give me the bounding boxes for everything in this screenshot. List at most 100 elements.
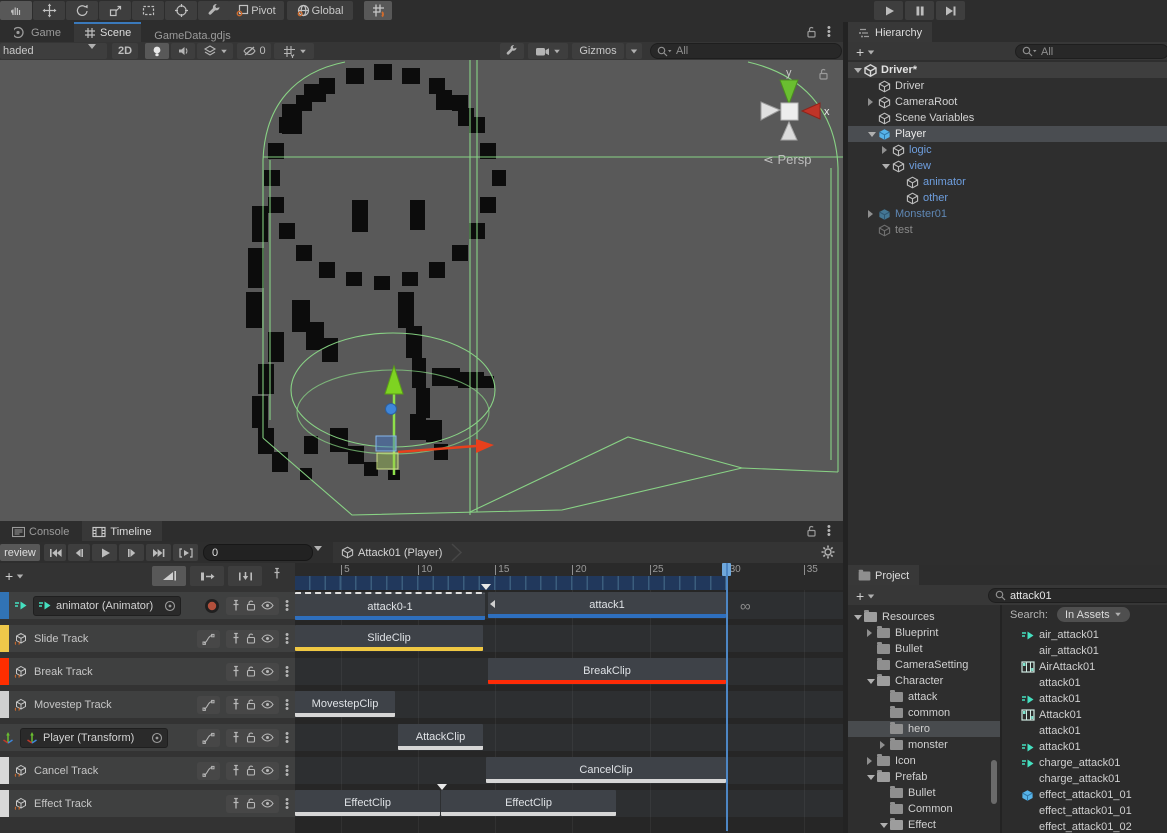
frame-field-caret[interactable] xyxy=(314,551,322,563)
gizmos-caret[interactable] xyxy=(626,43,642,59)
clip-effectclip[interactable]: EffectClip xyxy=(295,790,440,816)
search-result-Attack01[interactable]: Attack01 xyxy=(1002,707,1167,723)
expand-arrow[interactable] xyxy=(882,164,892,169)
curves-toggle[interactable] xyxy=(197,630,220,648)
project-folder-blueprint[interactable]: Blueprint xyxy=(848,625,1000,641)
shading-mode-dropdown[interactable]: haded xyxy=(0,43,107,59)
lighting-toggle[interactable] xyxy=(145,43,169,59)
timeline-clip-area[interactable]: attack0-1 attack1 SlideClip BreakClip Mo… xyxy=(295,590,843,833)
audio-toggle[interactable] xyxy=(171,43,195,59)
track-toggles[interactable] xyxy=(226,696,279,714)
next-frame-button[interactable] xyxy=(119,544,144,561)
mix-mode-button[interactable] xyxy=(152,566,186,586)
track-binding-field[interactable]: animator (Animator) xyxy=(33,596,181,616)
project-folder-resources[interactable]: Resources xyxy=(848,609,1000,625)
object-picker-icon[interactable] xyxy=(151,732,163,744)
hidden-objects-toggle[interactable]: 0 xyxy=(237,43,271,59)
hierarchy-item-scene-variables[interactable]: Scene Variables xyxy=(848,110,1167,126)
add-track-button[interactable]: + xyxy=(5,568,24,584)
tab-project[interactable]: Project xyxy=(848,565,919,585)
project-folder-icon[interactable]: Icon xyxy=(848,753,1000,769)
track-toggles[interactable] xyxy=(226,729,279,747)
project-folder-prefab[interactable]: Prefab xyxy=(848,769,1000,785)
search-result-effect_attack01_01[interactable]: effect_attack01_01 xyxy=(1002,787,1167,803)
scene-search-field[interactable]: All xyxy=(650,43,842,59)
global-toggle-button[interactable]: Global xyxy=(287,1,353,20)
grid-visibility-dropdown[interactable] xyxy=(274,43,314,59)
search-result-effect_attack01_02[interactable]: effect_attack01_02 xyxy=(1002,819,1167,833)
curves-toggle[interactable] xyxy=(197,762,220,780)
tree-scrollbar[interactable] xyxy=(991,760,997,804)
wrench-tool-button[interactable] xyxy=(198,1,230,20)
goto-end-button[interactable] xyxy=(146,544,171,561)
search-result-attack01[interactable]: attack01 xyxy=(1002,691,1167,707)
ripple-mode-button[interactable] xyxy=(190,566,224,586)
tab-game[interactable]: Game xyxy=(0,23,71,43)
clip-slideclip[interactable]: SlideClip xyxy=(295,625,483,651)
track-menu-icon[interactable]: ••• xyxy=(285,600,289,612)
track-menu-icon[interactable]: ••• xyxy=(285,699,289,711)
step-button[interactable] xyxy=(936,1,965,20)
expand-arrow[interactable] xyxy=(868,98,878,106)
tab-hierarchy[interactable]: Hierarchy xyxy=(848,22,932,42)
curves-toggle[interactable] xyxy=(197,729,220,747)
clip-attack0-1[interactable]: attack0-1 xyxy=(295,592,485,620)
expand-arrow[interactable] xyxy=(868,210,878,218)
project-folder-common[interactable]: common xyxy=(848,705,1000,721)
timeline-ruler[interactable]: 5 10 15 20 25 30 35 xyxy=(295,563,843,590)
pivot-toggle-button[interactable]: Pivot xyxy=(228,1,284,20)
scale-tool-button[interactable] xyxy=(99,1,131,20)
track-binding-field[interactable]: Player (Transform) xyxy=(20,728,168,748)
gizmo-lock-icon[interactable] xyxy=(818,68,829,80)
hierarchy-item-driver[interactable]: Driver xyxy=(848,78,1167,94)
panel-lock-icon[interactable] xyxy=(806,26,817,38)
scene-viewport[interactable]: y x ⋖ Persp xyxy=(0,60,843,521)
clip-attack1[interactable]: attack1 xyxy=(488,592,726,618)
projection-mode-label[interactable]: ⋖ Persp xyxy=(763,152,811,168)
track-toggles[interactable] xyxy=(226,597,279,615)
hierarchy-item-driver-[interactable]: Driver* xyxy=(848,62,1167,78)
record-button[interactable] xyxy=(204,598,220,614)
track-menu-icon[interactable]: ••• xyxy=(285,765,289,777)
project-folder-character[interactable]: Character xyxy=(848,673,1000,689)
expand-arrow[interactable] xyxy=(854,68,864,73)
project-folder-attack[interactable]: attack xyxy=(848,689,1000,705)
track-toggles[interactable] xyxy=(226,630,279,648)
track-header-animator-animator-[interactable]: animator (Animator) ••• xyxy=(0,592,295,619)
search-result-charge_attack01[interactable]: charge_attack01 xyxy=(1002,771,1167,787)
expand-arrow[interactable] xyxy=(868,132,878,137)
track-menu-icon[interactable]: ••• xyxy=(285,732,289,744)
goto-start-button[interactable] xyxy=(44,544,66,561)
rect-tool-button[interactable] xyxy=(132,1,164,20)
timeline-lock-icon[interactable] xyxy=(806,525,817,537)
marker-toggle[interactable] xyxy=(272,567,282,583)
track-toggles[interactable] xyxy=(226,663,279,681)
transform-tool-button[interactable] xyxy=(165,1,197,20)
2d-toggle[interactable]: 2D xyxy=(112,43,138,59)
tl-play-button[interactable] xyxy=(92,544,117,561)
hierarchy-item-other[interactable]: other xyxy=(848,190,1167,206)
project-folder-hero[interactable]: hero xyxy=(848,721,1000,737)
tab-scene[interactable]: Scene xyxy=(74,22,141,42)
search-result-air_attack01[interactable]: air_attack01 xyxy=(1002,643,1167,659)
playhead-line[interactable] xyxy=(726,563,728,831)
object-picker-icon[interactable] xyxy=(164,600,176,612)
replace-mode-button[interactable] xyxy=(228,566,262,586)
track-header-slide-track[interactable]: Slide Track ••• xyxy=(0,625,295,652)
search-result-air_attack01[interactable]: air_attack01 xyxy=(1002,627,1167,643)
track-toggles[interactable] xyxy=(226,762,279,780)
search-scope-dropdown[interactable]: In Assets xyxy=(1057,607,1130,622)
track-header-cancel-track[interactable]: Cancel Track ••• xyxy=(0,757,295,784)
hand-tool-button[interactable] xyxy=(0,1,32,20)
hierarchy-item-view[interactable]: view xyxy=(848,158,1167,174)
timeline-menu-icon[interactable]: ••• xyxy=(827,525,831,537)
clip-attackclip[interactable]: AttackClip xyxy=(398,724,483,750)
search-result-attack01[interactable]: attack01 xyxy=(1002,739,1167,755)
move-tool-button[interactable] xyxy=(33,1,65,20)
hierarchy-item-player[interactable]: Player xyxy=(848,126,1167,142)
project-folder-common[interactable]: Common xyxy=(848,801,1000,817)
pause-button[interactable] xyxy=(905,1,934,20)
project-folder-bullet[interactable]: Bullet xyxy=(848,785,1000,801)
tab-console[interactable]: Console xyxy=(0,522,79,542)
play-button[interactable] xyxy=(874,1,903,20)
